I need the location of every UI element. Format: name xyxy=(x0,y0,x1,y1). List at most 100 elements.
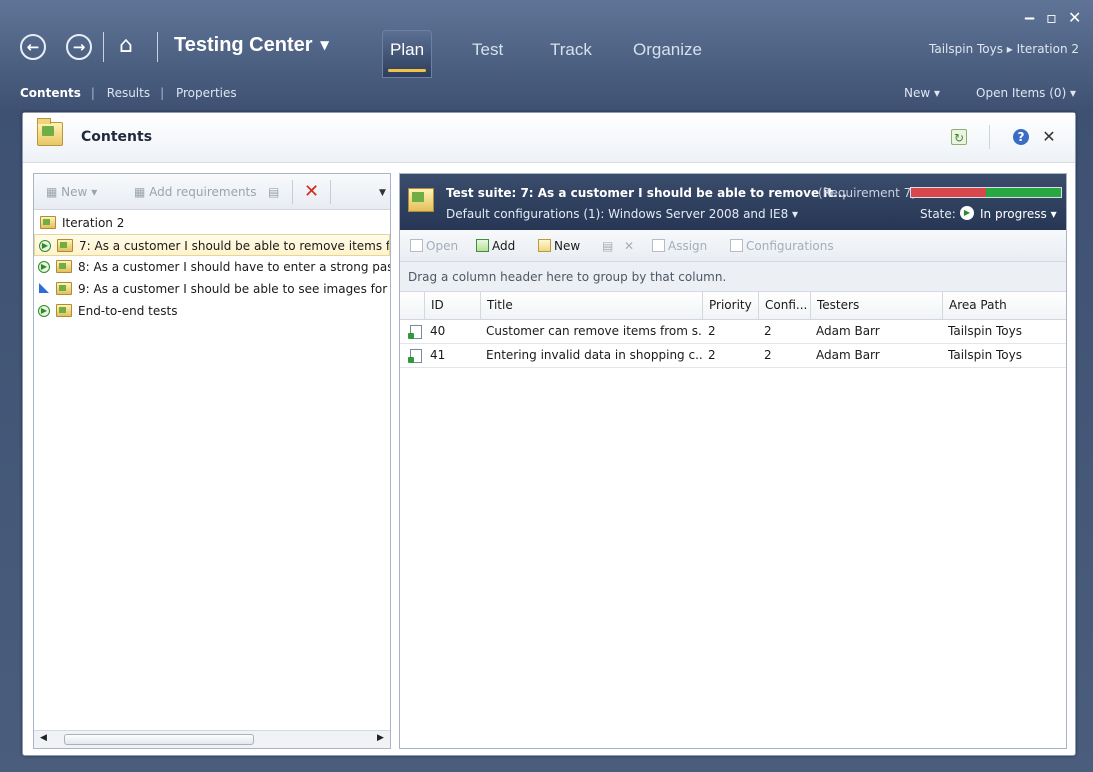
refresh-icon[interactable]: ↻ xyxy=(951,129,967,145)
suite-title: Test suite: 7: As a customer I should be… xyxy=(446,186,847,200)
requirement-suite-icon xyxy=(56,260,72,273)
suite-progress-bar xyxy=(910,187,1062,198)
assign-button[interactable]: Assign xyxy=(652,239,707,253)
test-case-icon xyxy=(408,349,422,363)
chevron-down-icon[interactable]: ▼ xyxy=(320,38,329,52)
tree-item-label: End-to-end tests xyxy=(78,304,178,318)
tab-track[interactable]: Track xyxy=(542,30,600,78)
new-suite-label: New xyxy=(61,185,88,199)
tree-toolbar: ▦ New ▾ ▦ Add requirements ▤ ✕ ▼ xyxy=(34,174,390,210)
forward-icon[interactable]: → xyxy=(66,34,92,60)
copy-icon[interactable]: ▤ xyxy=(602,239,613,253)
maximize-icon[interactable]: ▫ xyxy=(1046,8,1057,27)
help-icon[interactable]: ? xyxy=(1013,129,1029,145)
tree-item-label: 8: As a customer I should have to enter … xyxy=(78,260,390,274)
cell-area-path: Tailspin Toys xyxy=(948,324,1022,338)
tree-item[interactable]: ▶ End-to-end tests xyxy=(34,300,390,322)
test-case-toolbar: Open Add New ▤ ✕ Assign Configurations xyxy=(400,230,1066,262)
open-label: Open xyxy=(426,239,459,253)
cell-area-path: Tailspin Toys xyxy=(948,348,1022,362)
requirement-suite-icon xyxy=(57,239,73,252)
tab-plan[interactable]: Plan xyxy=(382,30,433,78)
scrollbar-thumb[interactable] xyxy=(64,734,254,745)
new-menu[interactable]: New ▾ xyxy=(904,86,940,100)
divider xyxy=(330,180,331,204)
suite-tree-pane: ▦ New ▾ ▦ Add requirements ▤ ✕ ▼ Iterati… xyxy=(33,173,391,749)
requirement-suite-icon xyxy=(56,282,72,295)
cell-title: Customer can remove items from s... xyxy=(486,324,702,338)
subnav-contents[interactable]: Contents xyxy=(20,86,81,100)
scroll-left-icon[interactable]: ◀ xyxy=(40,733,47,743)
divider xyxy=(103,32,104,62)
column-header-configurations[interactable]: Confi... xyxy=(758,292,810,319)
scroll-right-icon[interactable]: ▶ xyxy=(377,733,384,743)
add-button[interactable]: Add xyxy=(476,239,515,253)
horizontal-scrollbar[interactable]: ◀ ▶ xyxy=(34,730,390,748)
tree-item[interactable]: Iteration 2 xyxy=(34,212,390,234)
in-progress-icon: ▶ xyxy=(38,305,50,317)
open-icon xyxy=(410,239,423,252)
in-planning-icon xyxy=(39,283,49,293)
divider xyxy=(157,32,158,62)
table-row[interactable]: 41 Entering invalid data in shopping c..… xyxy=(400,344,1066,368)
breadcrumb[interactable]: Tailspin Toys ▸ Iteration 2 xyxy=(929,42,1079,56)
panel-header: Contents ↻ ? ✕ xyxy=(23,113,1075,163)
title-bar: ← → ⌂ Testing Center ▼ Plan Test Track O… xyxy=(0,0,1093,78)
remove-icon[interactable]: ✕ xyxy=(624,239,634,253)
state-dropdown[interactable]: In progress ▾ xyxy=(980,207,1057,221)
tree-item[interactable]: 9: As a customer I should be able to see… xyxy=(34,278,390,300)
requirement-link[interactable]: (Requirement 7) xyxy=(818,186,916,200)
divider xyxy=(292,180,293,204)
state-label: State: xyxy=(920,207,956,221)
cell-configurations: 2 xyxy=(764,348,772,362)
new-suite-button[interactable]: ▦ New ▾ xyxy=(46,185,97,199)
tab-test[interactable]: Test xyxy=(464,30,511,78)
add-requirements-icon: ▦ xyxy=(134,185,146,199)
cell-id: 41 xyxy=(430,348,446,362)
add-icon xyxy=(476,239,489,252)
testing-center-window: ← → ⌂ Testing Center ▼ Plan Test Track O… xyxy=(0,0,1093,772)
tree-item[interactable]: ▶ 8: As a customer I should have to ente… xyxy=(34,256,390,278)
cell-title: Entering invalid data in shopping c... xyxy=(486,348,702,362)
suite-details-pane: Test suite: 7: As a customer I should be… xyxy=(399,173,1067,749)
open-items-menu[interactable]: Open Items (0) ▾ xyxy=(976,86,1076,100)
close-icon[interactable]: ✕ xyxy=(1041,129,1057,145)
default-configurations-dropdown[interactable]: Default configurations (1): Windows Serv… xyxy=(446,207,798,221)
back-icon[interactable]: ← xyxy=(20,34,46,60)
delete-icon[interactable]: ✕ xyxy=(304,181,319,202)
column-header-priority[interactable]: Priority xyxy=(702,292,758,319)
add-requirements-button[interactable]: ▦ Add requirements xyxy=(134,185,257,199)
in-progress-icon: ▶ xyxy=(39,240,51,252)
home-icon[interactable]: ⌂ xyxy=(119,33,133,58)
column-header-id[interactable]: ID xyxy=(424,292,480,319)
tree-item-selected[interactable]: ▶ 7: As a customer I should be able to r… xyxy=(34,234,390,256)
tab-organize[interactable]: Organize xyxy=(625,30,710,78)
column-header-area-path[interactable]: Area Path xyxy=(942,292,1066,319)
app-title: Testing Center xyxy=(174,34,313,56)
copy-suite-icon[interactable]: ▤ xyxy=(268,185,279,199)
column-header-title[interactable]: Title xyxy=(480,292,702,319)
subnav-properties[interactable]: Properties xyxy=(176,86,237,100)
open-button[interactable]: Open xyxy=(410,239,458,253)
subnav-results[interactable]: Results xyxy=(107,86,150,100)
minimize-icon[interactable]: ‒ xyxy=(1024,8,1035,27)
page-title: Contents xyxy=(81,129,153,145)
add-requirements-label: Add requirements xyxy=(149,185,257,199)
configurations-button[interactable]: Configurations xyxy=(730,239,834,253)
requirement-suite-icon xyxy=(408,188,434,212)
row-selector-header xyxy=(400,292,424,319)
tree-item-label: Iteration 2 xyxy=(62,216,125,230)
passed-progress xyxy=(986,188,1061,197)
table-row[interactable]: 40 Customer can remove items from s... 2… xyxy=(400,320,1066,344)
test-suite-folder-icon xyxy=(37,118,63,146)
divider xyxy=(989,125,990,149)
column-header-testers[interactable]: Testers xyxy=(810,292,942,319)
test-case-icon xyxy=(408,325,422,339)
chevron-down-icon: ▾ xyxy=(91,185,98,199)
new-button[interactable]: New xyxy=(538,239,580,253)
close-window-icon[interactable]: ✕ xyxy=(1068,8,1081,27)
chevron-down-icon[interactable]: ▼ xyxy=(379,188,386,198)
assign-label: Assign xyxy=(668,239,708,253)
group-by-area[interactable]: Drag a column header here to group by th… xyxy=(400,262,1066,292)
new-test-case-icon xyxy=(538,239,551,252)
